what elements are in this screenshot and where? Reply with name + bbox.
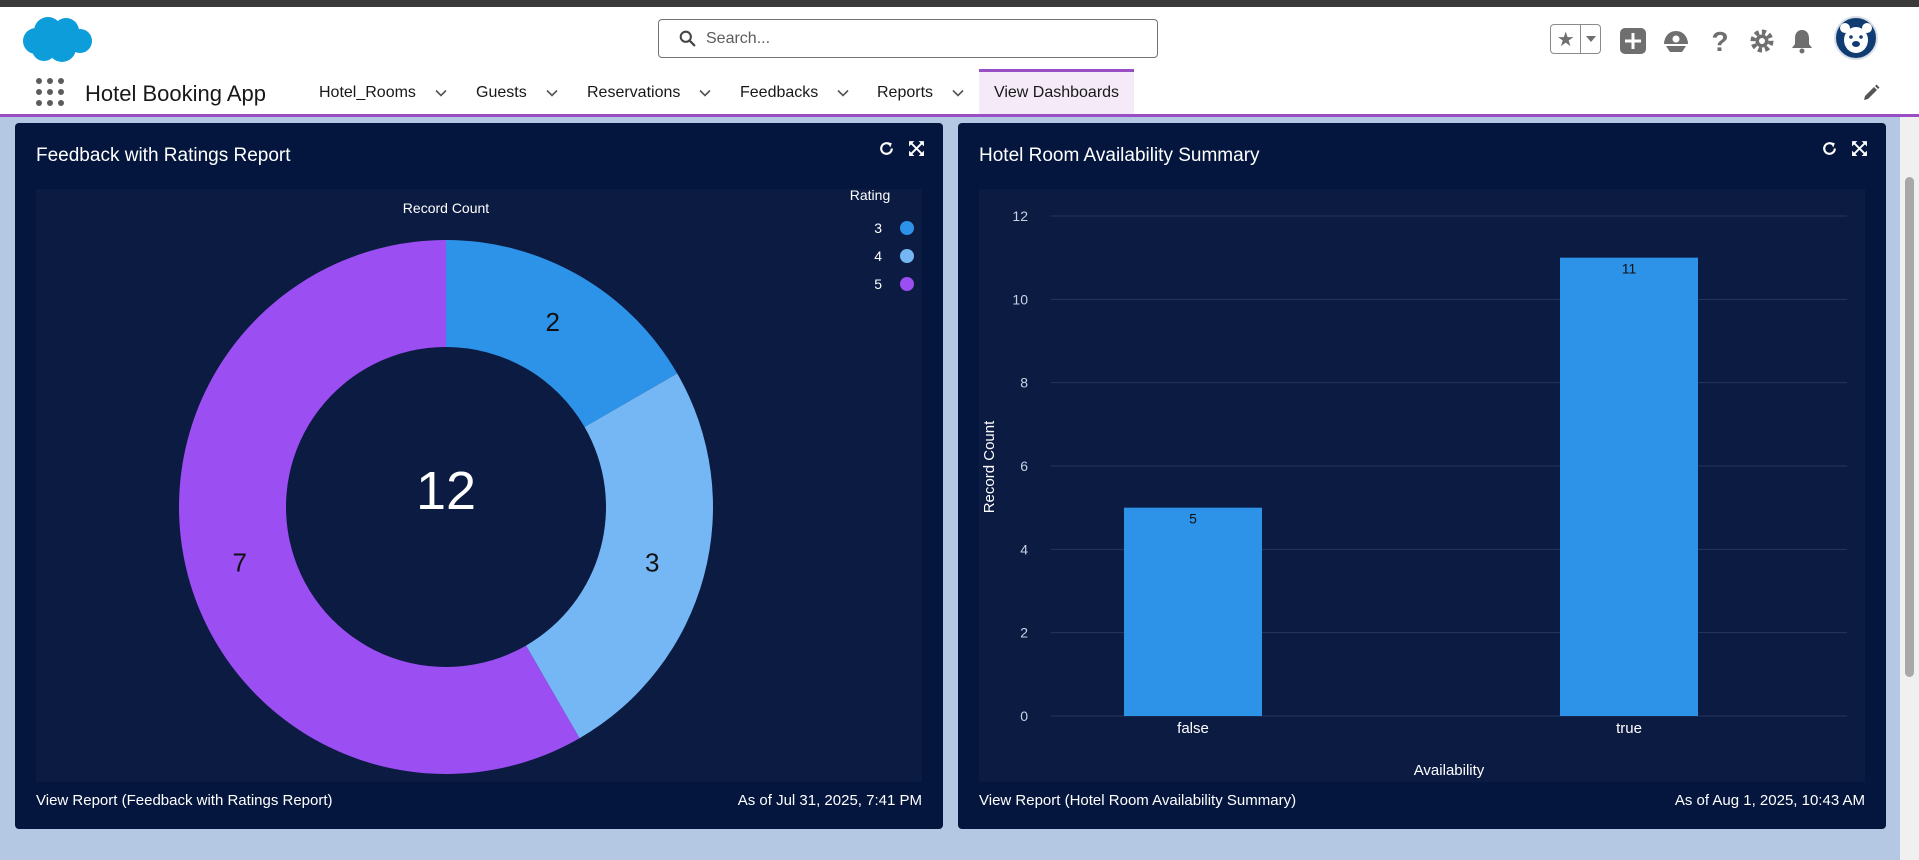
y-tick-label: 10 bbox=[1012, 291, 1028, 307]
y-tick-label: 12 bbox=[1012, 208, 1028, 224]
refresh-timestamp: As of Aug 1, 2025, 10:43 AM bbox=[1674, 792, 1865, 809]
global-header: ★ ? bbox=[0, 7, 1919, 71]
search-input[interactable] bbox=[706, 29, 1126, 48]
donut-slice-value-label: 7 bbox=[233, 547, 247, 577]
chevron-down-icon[interactable] bbox=[698, 86, 712, 100]
add-icon[interactable] bbox=[1619, 27, 1647, 55]
svg-text:?: ? bbox=[1711, 27, 1728, 55]
donut-slice-rating-4[interactable] bbox=[526, 373, 713, 739]
legend-item-label: 3 bbox=[874, 220, 882, 236]
x-tick-label: false bbox=[1177, 720, 1209, 737]
favorites-group: ★ bbox=[1550, 24, 1601, 54]
refresh-icon[interactable] bbox=[878, 140, 895, 157]
y-tick-label: 8 bbox=[1020, 375, 1028, 391]
app-name: Hotel Booking App bbox=[85, 81, 267, 106]
favorites-menu-chevron-down-icon[interactable] bbox=[1581, 25, 1600, 53]
salesforce-cloud-logo[interactable] bbox=[18, 13, 94, 65]
global-search[interactable] bbox=[658, 19, 1158, 58]
setup-gear-icon[interactable] bbox=[1748, 27, 1776, 55]
help-icon[interactable]: ? bbox=[1706, 27, 1734, 55]
donut-chart-area: Record Count Rating 2 3 7 3 4 5 12 bbox=[36, 189, 922, 782]
nav-item-guests[interactable]: Guests bbox=[476, 71, 559, 114]
y-tick-label: 0 bbox=[1020, 708, 1028, 724]
bar-true[interactable] bbox=[1560, 257, 1698, 716]
tab-view-dashboards[interactable]: View Dashboards bbox=[979, 69, 1134, 114]
widget-title: Feedback with Ratings Report bbox=[36, 145, 291, 166]
y-tick-label: 4 bbox=[1020, 541, 1028, 557]
expand-icon[interactable] bbox=[1851, 140, 1868, 157]
legend-swatch bbox=[900, 221, 914, 235]
donut-slice-value-label: 2 bbox=[546, 307, 560, 337]
dashboard-widget-feedback-ratings: Feedback with Ratings Report Record Coun… bbox=[15, 123, 943, 829]
notifications-bell-icon[interactable] bbox=[1788, 27, 1816, 55]
browser-top-strip bbox=[0, 0, 1919, 7]
chevron-down-icon[interactable] bbox=[545, 86, 559, 100]
x-tick-label: true bbox=[1616, 720, 1642, 737]
bar-value-label: 11 bbox=[1622, 261, 1637, 277]
legend-swatch bbox=[900, 277, 914, 291]
chevron-down-icon[interactable] bbox=[836, 86, 850, 100]
page-scrollbar[interactable] bbox=[1900, 117, 1919, 860]
avatar[interactable] bbox=[1834, 16, 1878, 60]
view-report-link[interactable]: View Report (Hotel Room Availability Sum… bbox=[979, 792, 1296, 809]
widget-title: Hotel Room Availability Summary bbox=[979, 145, 1260, 166]
search-icon bbox=[679, 30, 696, 47]
nav-item-reservations[interactable]: Reservations bbox=[587, 71, 712, 114]
app-navigation-bar: Hotel Booking App Hotel_Rooms Guests Res… bbox=[0, 69, 1919, 117]
nav-item-label: Guests bbox=[476, 83, 527, 101]
scrollbar-thumb[interactable] bbox=[1905, 177, 1914, 677]
bar-false[interactable] bbox=[1124, 507, 1262, 716]
legend-item-label: 5 bbox=[874, 276, 882, 292]
edit-nav-pencil-icon[interactable] bbox=[1861, 83, 1881, 103]
bar-chart: 0 2 4 6 8 10 12 5 11 false true Availability Re… bbox=[981, 208, 1847, 779]
donut-chart: Record Count Rating 2 3 7 3 4 5 12 bbox=[179, 189, 914, 774]
nav-item-reports[interactable]: Reports bbox=[877, 71, 965, 114]
y-tick-label: 6 bbox=[1020, 458, 1028, 474]
chevron-down-icon[interactable] bbox=[434, 86, 448, 100]
app-launcher-icon[interactable] bbox=[36, 78, 64, 106]
favorites-star-icon[interactable]: ★ bbox=[1551, 25, 1582, 53]
nav-item-label: Reports bbox=[877, 83, 934, 101]
bar-value-label: 5 bbox=[1189, 511, 1197, 527]
nav-item-label: Hotel_Rooms bbox=[319, 83, 416, 101]
donut-center-total: 12 bbox=[416, 461, 476, 521]
dashboard-widget-room-availability: Hotel Room Availability Summary 0 2 4 6 8 10 1… bbox=[958, 123, 1886, 829]
refresh-timestamp: As of Jul 31, 2025, 7:41 PM bbox=[737, 792, 922, 809]
legend-title: Rating bbox=[850, 189, 890, 203]
nav-item-feedbacks[interactable]: Feedbacks bbox=[740, 71, 850, 114]
trailhead-icon[interactable] bbox=[1662, 27, 1690, 55]
x-axis-title: Availability bbox=[1414, 762, 1485, 779]
y-tick-label: 2 bbox=[1020, 625, 1028, 641]
nav-item-label: Feedbacks bbox=[740, 83, 819, 101]
expand-icon[interactable] bbox=[908, 140, 925, 157]
legend-item-label: 4 bbox=[874, 248, 882, 264]
view-report-link[interactable]: View Report (Feedback with Ratings Repor… bbox=[36, 792, 333, 809]
bar-chart-area: 0 2 4 6 8 10 12 5 11 false true Availability Re… bbox=[979, 189, 1865, 782]
chart-title: Record Count bbox=[403, 200, 489, 216]
refresh-icon[interactable] bbox=[1821, 140, 1838, 157]
chevron-down-icon[interactable] bbox=[951, 86, 965, 100]
legend-swatch bbox=[900, 249, 914, 263]
nav-item-hotel-rooms[interactable]: Hotel_Rooms bbox=[319, 71, 448, 114]
donut-slice-value-label: 3 bbox=[645, 547, 659, 577]
nav-item-label: Reservations bbox=[587, 83, 681, 101]
y-axis-title: Record Count bbox=[981, 420, 998, 513]
